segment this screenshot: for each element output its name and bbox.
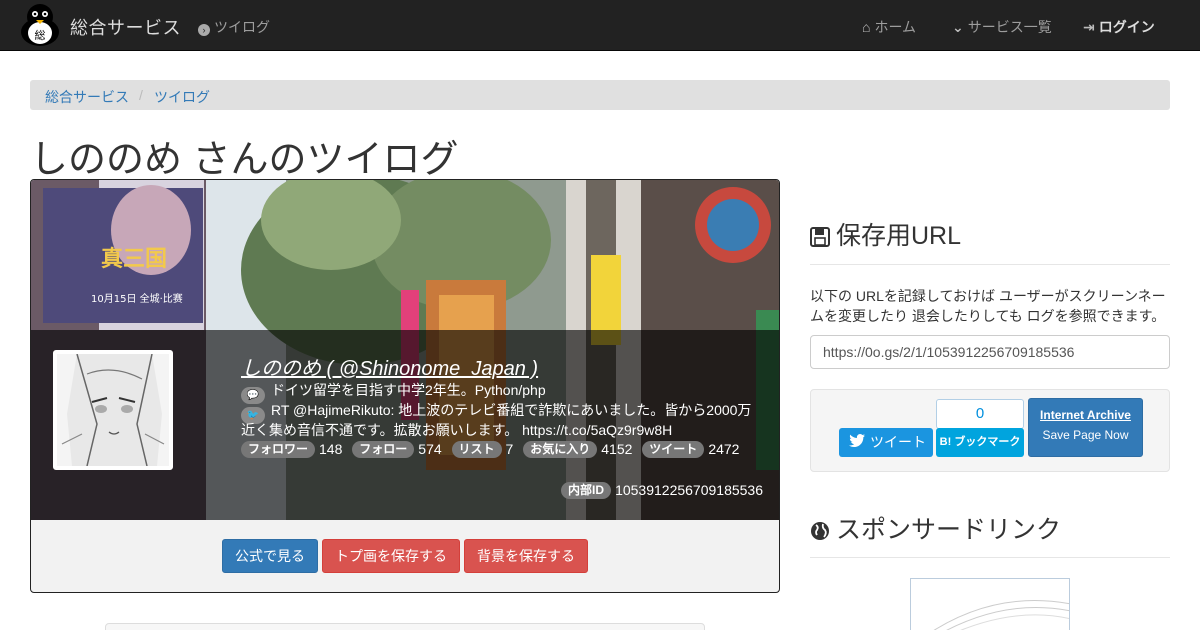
sign-in-icon: ⇥: [1083, 19, 1095, 35]
profile-display-name-link[interactable]: しののめ ( @Shinonome_Japan ): [241, 352, 538, 381]
tweet-list-card: [105, 623, 705, 630]
banner-sign-sub: 10月15日 全城·比赛: [91, 292, 183, 305]
brand-penguin-logo[interactable]: 総: [19, 2, 61, 46]
twitter-bird-icon: [849, 428, 865, 457]
internal-id-badge: 内部ID: [561, 482, 612, 499]
profile-panel: 真三国 10月15日 全城·比赛 しののめ (@Shinonome_Japan…: [30, 179, 780, 593]
nav-home-label: ホーム: [874, 19, 917, 35]
brand-title[interactable]: 総合サービス: [70, 14, 181, 40]
sponsored-title: スポンサードリンク: [836, 516, 1062, 544]
nav-services-dropdown[interactable]: ⌄ サービス一覧: [952, 17, 1052, 37]
hatena-bookmark-count[interactable]: 0: [936, 399, 1024, 429]
profile-latest-tweet-1: RT @HajimeRikuto: 地上波のテレビ番組で詐欺にあいました。皆から…: [271, 402, 752, 418]
top-navbar: 総 総合サービス › ツイログ ⌂ ホーム ⌄ サービス一覧 ⇥ ログイン: [0, 0, 1200, 51]
save-url-title: 保存用URL: [836, 222, 962, 250]
stat-favorites-badge: お気に入り: [523, 441, 598, 458]
stat-favorites-value: 4152: [601, 441, 633, 457]
save-icon-button[interactable]: トプ画を保存する: [322, 539, 460, 573]
chevron-down-icon: ⌄: [952, 19, 964, 35]
internet-archive-button[interactable]: Internet Archive Save Page Now: [1028, 398, 1143, 457]
nav-services-label: サービス一覧: [967, 19, 1052, 35]
stat-tweets-badge: ツイート: [642, 441, 705, 458]
stat-lists-badge: リスト: [451, 441, 502, 458]
breadcrumb: 総合サービス / ツイログ: [30, 80, 1170, 110]
internal-id: 内部ID 1053912256709185536: [561, 482, 763, 499]
stat-tweets-value: 2472: [708, 441, 740, 457]
stat-following-badge: フォロー: [352, 441, 415, 458]
profile-latest-tweet-2[interactable]: 近く集め音信不通です。拡散お願いします。 https://t.co/5aQz9r…: [241, 420, 672, 440]
chevron-right-circle-icon: ›: [198, 24, 210, 36]
divider: [810, 557, 1170, 558]
stat-followers-badge: フォロワー: [241, 441, 316, 458]
save-url-heading: 保存用URL: [810, 216, 961, 254]
breadcrumb-separator: /: [139, 87, 143, 103]
sponsored-ad-banner[interactable]: [910, 578, 1070, 630]
save-url-description: 以下の URLを記録しておけば ユーザーがスクリーンネームを変更したり 退会した…: [810, 288, 1166, 324]
stat-following-value: 574: [418, 441, 442, 457]
save-banner-button[interactable]: 背景を保存する: [464, 539, 588, 573]
nav-login-label: ログイン: [1098, 19, 1155, 35]
globe-icon: [810, 519, 830, 548]
tweet-button-label: ツイート: [870, 434, 926, 450]
nav-login[interactable]: ⇥ ログイン: [1083, 17, 1155, 37]
save-url-field[interactable]: [810, 335, 1170, 369]
profile-bio: ドイツ留学を目指す中学2年生。Python/php: [271, 382, 546, 398]
banner-sign-title: 真三国: [101, 246, 167, 272]
archive-subtitle: Save Page Now: [1042, 428, 1129, 442]
share-buttons-well: ツイート 0 B! ブックマーク Internet Archive Save Pa…: [810, 389, 1170, 472]
breadcrumb-home[interactable]: 総合サービス: [45, 87, 129, 107]
home-icon: ⌂: [862, 19, 871, 35]
stat-lists-value: 7: [505, 441, 514, 457]
svg-text:総: 総: [35, 28, 46, 42]
nav-home[interactable]: ⌂ ホーム: [862, 17, 916, 37]
floppy-disk-icon: [810, 225, 830, 254]
nav-current-label: ツイログ: [214, 19, 270, 35]
archive-title: Internet Archive: [1040, 408, 1131, 422]
profile-avatar[interactable]: [53, 350, 173, 470]
page-title: しののめ さんのツイログ: [30, 139, 459, 181]
nav-current-tsuilog[interactable]: › ツイログ: [198, 17, 270, 37]
view-official-button[interactable]: 公式で見る: [222, 539, 318, 573]
profile-stats: フォロワー 148 フォロー 574 リスト 7 お気に入り 4152 ツイート 2472: [241, 441, 745, 458]
tweet-share-button[interactable]: ツイート: [839, 428, 933, 457]
hatena-bookmark-button[interactable]: B! ブックマーク: [936, 428, 1024, 457]
internal-id-value: 1053912256709185536: [615, 482, 763, 498]
stat-followers-value: 148: [319, 441, 343, 457]
sponsored-heading: スポンサードリンク: [810, 510, 1061, 548]
divider: [810, 264, 1170, 265]
breadcrumb-current[interactable]: ツイログ: [154, 87, 210, 107]
